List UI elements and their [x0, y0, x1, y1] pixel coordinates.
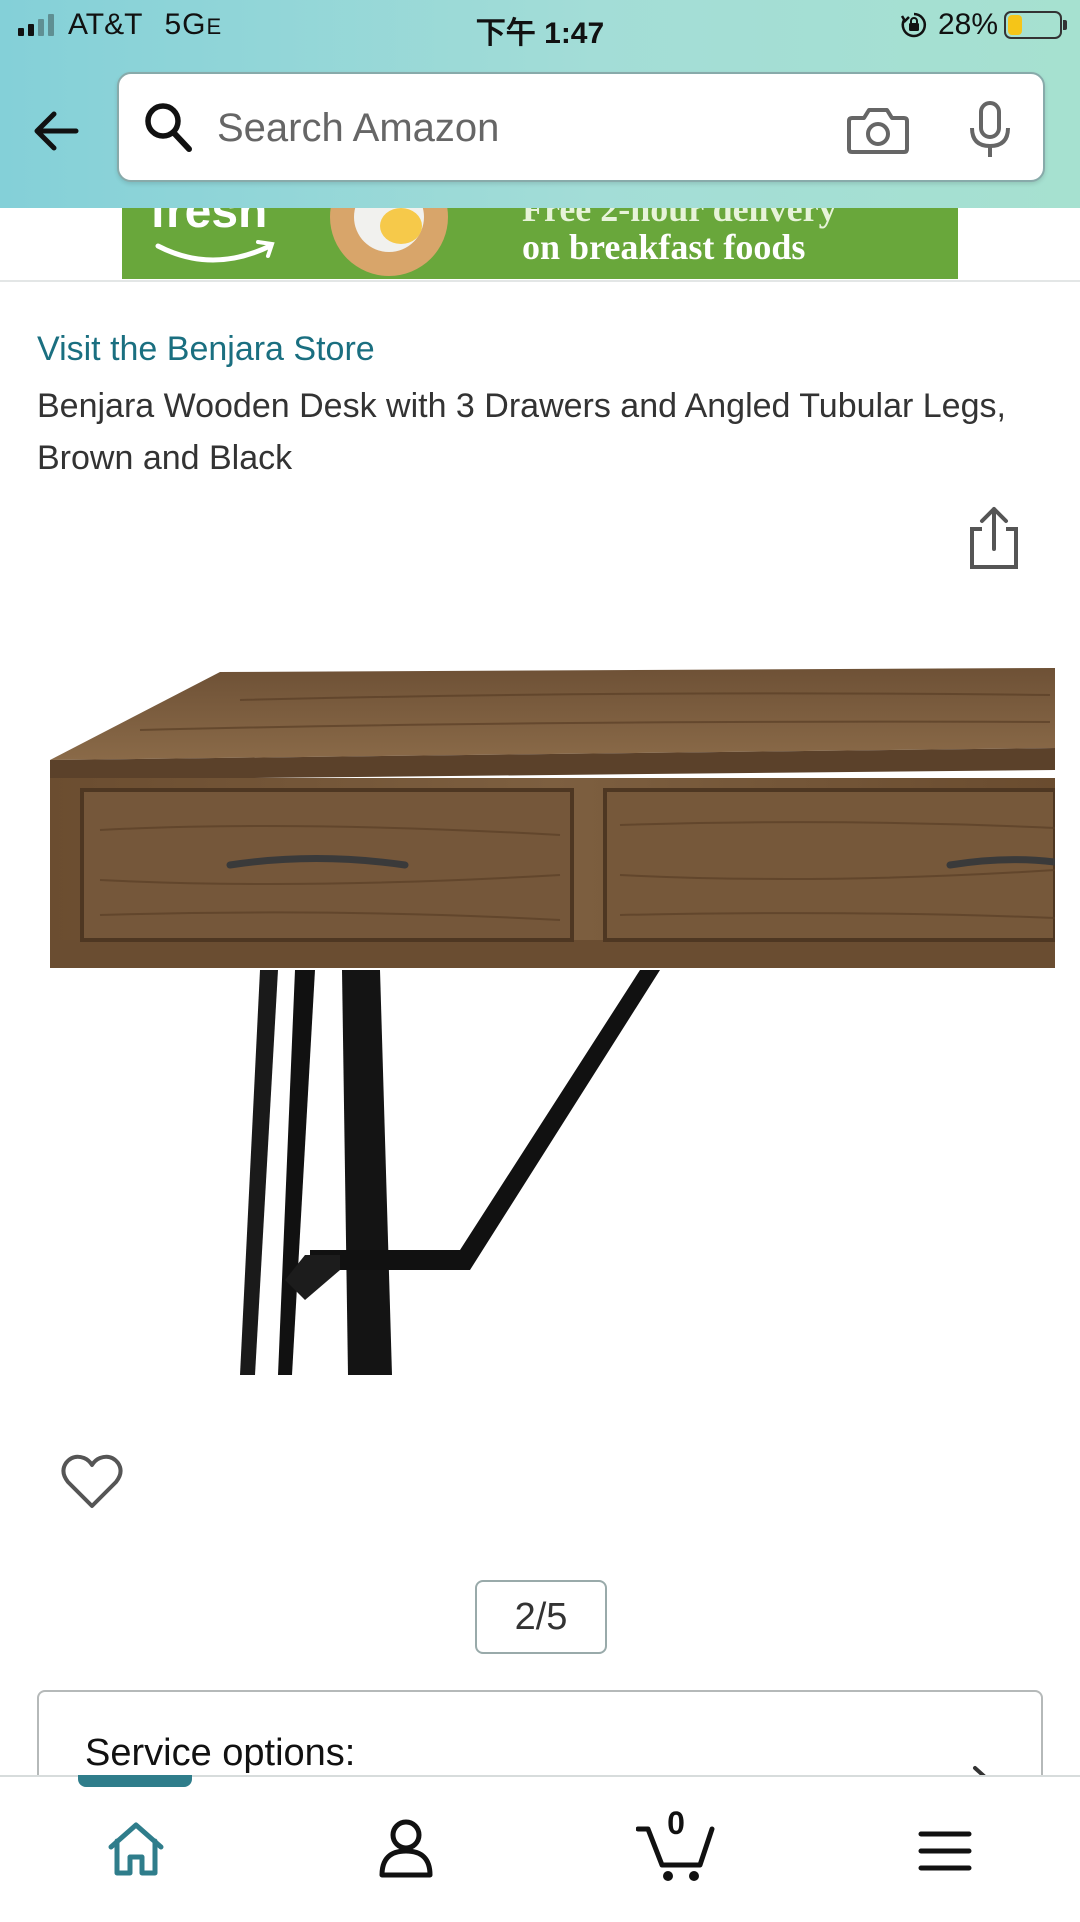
active-tab-indicator: [78, 1775, 192, 1787]
status-bar: AT&T 5GE 下午 1:47 28%: [0, 0, 1080, 56]
battery-percent: 28%: [937, 8, 998, 41]
account-icon[interactable]: [378, 1817, 434, 1879]
app-header: AT&T 5GE 下午 1:47 28%: [0, 0, 1080, 208]
service-options-label: Service options:: [85, 1732, 356, 1774]
smile-arrow-icon: [155, 240, 275, 263]
microphone-icon[interactable]: [966, 100, 1014, 160]
battery-level-fill: [1008, 15, 1022, 35]
share-icon[interactable]: [964, 505, 1024, 571]
bottom-nav: 0: [0, 1775, 1080, 1922]
cart-count: 0: [667, 1805, 685, 1841]
store-link[interactable]: Visit the Benjara Store: [37, 330, 375, 369]
promo-banner[interactable]: fresh Free 2-hour delivery on breakfast …: [122, 208, 958, 279]
status-right: 28%: [900, 8, 1067, 42]
search-bar[interactable]: [117, 72, 1045, 182]
cart-button[interactable]: 0: [635, 1805, 716, 1883]
image-page-indicator: 2/5: [475, 1580, 607, 1654]
battery-icon: [1004, 11, 1067, 39]
product-image[interactable]: [40, 660, 1055, 1380]
divider: [0, 280, 1080, 282]
home-icon[interactable]: [106, 1819, 166, 1879]
rotation-lock-icon: [900, 12, 926, 38]
back-arrow-icon[interactable]: [24, 98, 90, 164]
product-title: Benjara Wooden Desk with 3 Drawers and A…: [37, 387, 1006, 477]
camera-icon[interactable]: [846, 104, 910, 156]
menu-icon[interactable]: [918, 1829, 972, 1873]
search-icon: [145, 103, 192, 152]
egg-image: [380, 208, 422, 244]
search-input[interactable]: [215, 92, 739, 164]
wishlist-heart-icon[interactable]: [60, 1452, 124, 1512]
banner-text: on breakfast foods: [522, 227, 806, 267]
